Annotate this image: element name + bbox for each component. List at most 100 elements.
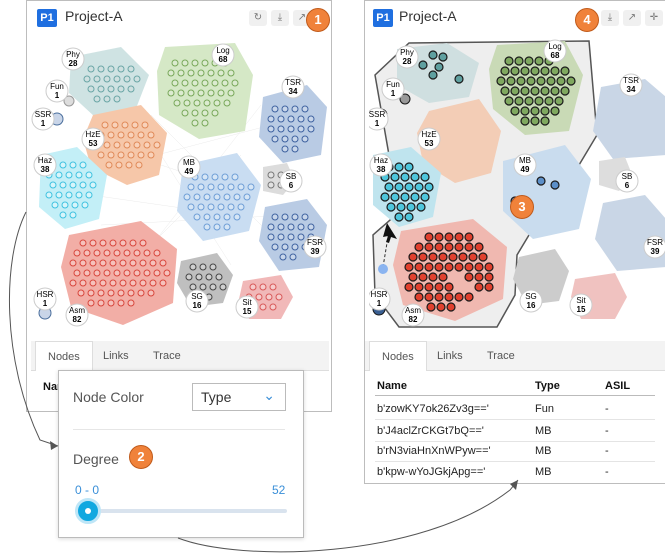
- svg-text:Haz: Haz: [38, 156, 52, 165]
- row-1-asil: -: [605, 425, 609, 437]
- svg-text:1: 1: [55, 91, 60, 100]
- label-mb: MB49: [177, 155, 201, 179]
- cluster-log[interactable]: [157, 43, 253, 139]
- svg-text:1: 1: [375, 119, 380, 128]
- right-project-panel: P1 Project-A ⤓ ↗ ✛ Phy 28 Log 68 Fun 1 S…: [364, 0, 665, 484]
- download-icon[interactable]: ⤓: [601, 10, 619, 26]
- label-sg: SG16: [519, 289, 543, 313]
- expand-icon[interactable]: ↗: [623, 10, 641, 26]
- label-ssr: SSR1: [369, 107, 389, 131]
- cluster-fsr[interactable]: [595, 195, 665, 271]
- label-log: Log68: [211, 43, 235, 67]
- svg-text:15: 15: [577, 305, 586, 314]
- col-header-asil[interactable]: ASIL: [605, 380, 630, 392]
- panel-header: P1 Project-A ↻ ⤓ ↗: [27, 1, 331, 35]
- row-2-name[interactable]: b'rN3viaHnXnWPyw==': [377, 445, 491, 457]
- label-hze: HzE53: [417, 127, 441, 151]
- graph-svg[interactable]: Phy28 Log68 Fun1 SSR1 TSR34 HzE53 Haz38 …: [369, 35, 665, 331]
- graph-svg[interactable]: Phy28 Log68 Fun1 SSR1 TSR34 HzE53 Haz38 …: [31, 35, 329, 331]
- svg-text:Haz: Haz: [374, 156, 388, 165]
- row-1-type: MB: [535, 425, 552, 437]
- header-divider: [375, 395, 655, 396]
- tab-links[interactable]: Links: [425, 341, 475, 371]
- svg-text:HzE: HzE: [85, 130, 100, 139]
- degree-range-text: 0 - 0: [75, 483, 100, 497]
- svg-text:Asm: Asm: [405, 306, 421, 315]
- label-sg: SG16: [185, 289, 209, 313]
- row-divider: [375, 419, 655, 420]
- col-header-name[interactable]: Name: [377, 380, 407, 392]
- node-color-value: Type: [201, 389, 232, 405]
- graph-canvas[interactable]: Phy 28 Log 68 Fun 1 SSR 1 TSR 34 HzE 53 Haz 38 …: [369, 35, 665, 331]
- project-title: Project-A: [399, 8, 457, 24]
- row-2-type: MB: [535, 445, 552, 457]
- svg-text:Sit: Sit: [576, 296, 586, 305]
- svg-text:HSR: HSR: [371, 290, 388, 299]
- project-badge: P1: [373, 9, 393, 27]
- chevron-down-icon: ⌄: [263, 387, 275, 403]
- svg-text:28: 28: [69, 59, 78, 68]
- tab-trace[interactable]: Trace: [141, 341, 193, 371]
- label-fun: Fun1: [381, 77, 405, 101]
- move-icon[interactable]: ✛: [645, 10, 663, 26]
- download-icon[interactable]: ⤓: [271, 10, 289, 26]
- row-3-type: MB: [535, 466, 552, 478]
- degree-slider-knob[interactable]: [75, 498, 101, 524]
- svg-text:53: 53: [89, 139, 98, 148]
- svg-text:1: 1: [43, 299, 48, 308]
- svg-text:HSR: HSR: [37, 290, 54, 299]
- label-sit: Sit15: [569, 293, 593, 317]
- filter-popup: Node Color Type ⌄ Degree 2 0 - 0 52: [58, 370, 304, 538]
- svg-text:6: 6: [625, 181, 630, 190]
- row-3-asil: -: [605, 466, 609, 478]
- row-0-asil: -: [605, 403, 609, 415]
- tab-trace[interactable]: Trace: [475, 341, 527, 371]
- svg-text:Phy: Phy: [66, 50, 80, 59]
- label-log: Log68: [543, 39, 567, 63]
- cluster-fsr[interactable]: [259, 199, 327, 271]
- svg-text:49: 49: [185, 167, 194, 176]
- svg-text:SB: SB: [286, 172, 297, 181]
- svg-text:SB: SB: [622, 172, 633, 181]
- tab-nodes[interactable]: Nodes: [369, 341, 427, 371]
- svg-text:15: 15: [243, 307, 252, 316]
- row-3-name[interactable]: b'kpw-wYoJGkjApg==': [377, 466, 485, 478]
- right-tabbar: Nodes Links Trace: [365, 341, 665, 371]
- row-2-asil: -: [605, 445, 609, 457]
- col-header-type[interactable]: Type: [535, 380, 560, 392]
- node-color-select[interactable]: Type ⌄: [192, 383, 286, 411]
- label-haz: Haz38: [369, 153, 393, 177]
- tab-links[interactable]: Links: [91, 341, 141, 371]
- degree-slider-track[interactable]: [75, 509, 287, 513]
- label-sit: Sit15: [235, 295, 259, 319]
- svg-text:Fun: Fun: [50, 82, 64, 91]
- svg-text:68: 68: [551, 51, 560, 60]
- svg-text:28: 28: [403, 57, 412, 66]
- drag-start-handle[interactable]: [378, 264, 388, 274]
- svg-text:38: 38: [377, 165, 386, 174]
- callout-4: 4: [575, 8, 599, 32]
- refresh-icon[interactable]: ↻: [249, 10, 267, 26]
- label-hze: HzE53: [81, 127, 105, 151]
- label-fun: Fun1: [45, 79, 69, 103]
- svg-text:82: 82: [73, 315, 82, 324]
- degree-max-text: 52: [272, 483, 286, 497]
- svg-text:6: 6: [289, 181, 294, 190]
- left-tabbar: Nodes Links Trace: [31, 341, 329, 371]
- svg-text:HzE: HzE: [421, 130, 436, 139]
- row-1-name[interactable]: b'J4aclZrCKGt7bQ==': [377, 425, 484, 437]
- left-project-panel: P1 Project-A ↻ ⤓ ↗ Phy 28 Log 68 Fun 1 S…: [26, 0, 332, 412]
- label-ssr: SSR1: [31, 107, 55, 131]
- callout-2: 2: [129, 445, 153, 469]
- svg-text:16: 16: [193, 301, 202, 310]
- row-0-name[interactable]: b'zowKY7ok26Zv3g==': [377, 403, 489, 415]
- callout-1: 1: [306, 8, 330, 32]
- svg-text:82: 82: [409, 315, 418, 324]
- tab-nodes[interactable]: Nodes: [35, 341, 93, 371]
- label-sb: SB6: [615, 169, 639, 193]
- panel-header: P1 Project-A ⤓ ↗ ✛: [365, 1, 665, 35]
- svg-text:16: 16: [527, 301, 536, 310]
- svg-text:38: 38: [41, 165, 50, 174]
- callout-3: 3: [510, 195, 534, 219]
- graph-canvas[interactable]: Phy 28 Log 68 Fun 1 SSR 1 TSR 34 HzE 53 Haz 38 …: [31, 35, 329, 331]
